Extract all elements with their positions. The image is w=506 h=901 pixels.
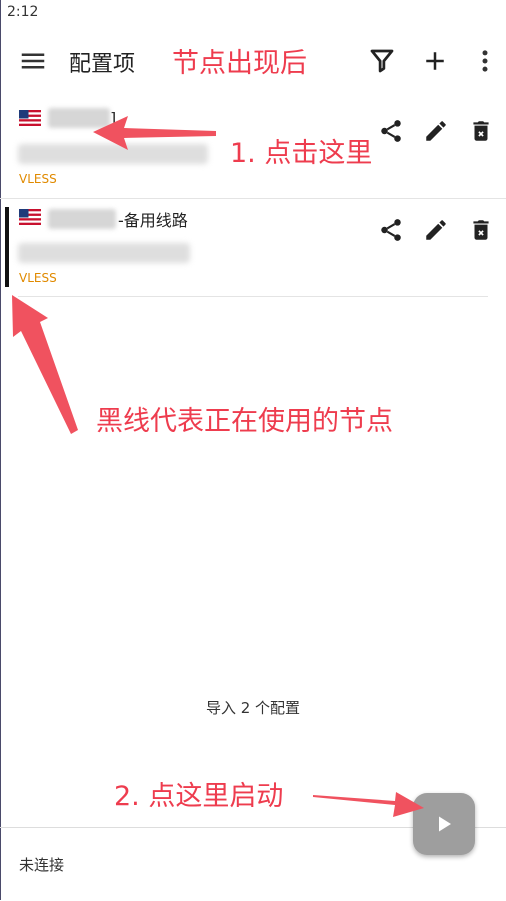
redacted-name: [48, 209, 116, 229]
filter-icon[interactable]: [367, 46, 397, 76]
annotation-step1: 1. 点击这里: [230, 138, 373, 169]
config-name: -备用线路: [48, 207, 188, 231]
plus-icon[interactable]: [420, 46, 450, 76]
menu-icon[interactable]: [18, 46, 48, 76]
us-flag-icon: [19, 209, 41, 225]
annotation-title-note: 节点出现后: [172, 48, 307, 79]
redacted-name: [48, 108, 110, 128]
us-flag-icon: [19, 110, 41, 126]
more-vert-icon[interactable]: [470, 46, 500, 76]
share-icon[interactable]: [378, 118, 404, 144]
play-icon: [439, 816, 451, 832]
edit-icon[interactable]: [423, 217, 449, 243]
list-divider: [18, 296, 488, 297]
active-indicator-bar: [5, 207, 9, 287]
delete-icon[interactable]: [468, 217, 494, 243]
arrow-step2: [313, 792, 424, 817]
config-name: ]: [48, 108, 116, 128]
status-bar: 2:12: [0, 0, 506, 26]
config-name-suffix: ]: [110, 108, 117, 128]
import-count-text: 导入 2 个配置: [205, 699, 301, 717]
delete-icon[interactable]: [468, 118, 494, 144]
status-time: 2:12: [7, 4, 39, 20]
page-title: 配置项: [69, 52, 136, 77]
config-list: ] VLESS -备用线路 VLESS: [0, 100, 506, 297]
start-button[interactable]: [413, 793, 475, 855]
annotation-active-note: 黑线代表正在使用的节点: [96, 406, 393, 437]
connection-status: 未连接: [19, 856, 65, 874]
arrow-active: [12, 295, 78, 434]
edit-icon[interactable]: [423, 118, 449, 144]
config-type-label: VLESS: [19, 271, 57, 285]
config-item-active[interactable]: -备用线路 VLESS: [0, 198, 506, 297]
redacted-address: [18, 243, 190, 263]
config-name-suffix: -备用线路: [118, 211, 188, 230]
annotation-step2: 2. 点这里启动: [114, 781, 284, 812]
share-icon[interactable]: [378, 217, 404, 243]
redacted-address: [18, 144, 208, 164]
config-type-label: VLESS: [19, 172, 57, 186]
